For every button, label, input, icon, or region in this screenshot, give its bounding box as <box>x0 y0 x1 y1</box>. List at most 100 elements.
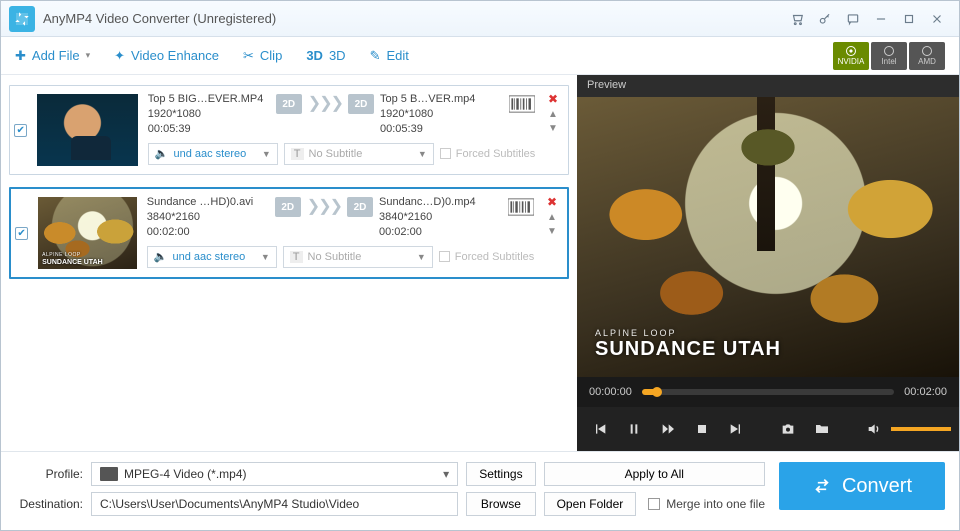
time-total: 00:02:00 <box>904 386 947 398</box>
gpu-nvidia-chip[interactable]: NVIDIA <box>833 42 869 70</box>
convert-icon <box>812 476 832 496</box>
fast-forward-button[interactable] <box>653 414 683 444</box>
edit-button[interactable]: ✎ Edit <box>370 48 409 64</box>
audio-track-value: und aac stereo <box>173 148 246 160</box>
source-meta: Top 5 BIG…EVER.MP4 1920*1080 00:05:39 <box>148 92 270 137</box>
amd-icon <box>922 46 932 56</box>
3d-button[interactable]: 3D 3D <box>306 48 345 63</box>
item-thumbnail[interactable]: ALPINE LOOPSUNDANCE UTAH <box>38 197 137 269</box>
maximize-button[interactable] <box>895 7 923 31</box>
seek-bar[interactable] <box>642 389 894 395</box>
gpu-intel-chip[interactable]: Intel <box>871 42 907 70</box>
item-checkbox[interactable]: ✔ <box>10 86 31 174</box>
forced-subtitles-checkbox[interactable]: Forced Subtitles <box>439 251 534 263</box>
add-file-label: Add File <box>32 48 80 63</box>
subtitle-icon: T <box>291 148 304 160</box>
file-item[interactable]: ✔ Top 5 BIG…EVER.MP4 1920*1080 00:05:39 … <box>9 85 569 175</box>
target-resolution: 3840*2160 <box>379 210 501 225</box>
output-format-button[interactable] <box>508 92 536 116</box>
progress-row: 00:00:00 00:02:00 <box>577 377 959 407</box>
target-2d-badge[interactable]: 2D <box>347 197 373 217</box>
minimize-button[interactable] <box>867 7 895 31</box>
source-duration: 00:05:39 <box>148 122 270 137</box>
subtitle-icon: T <box>290 251 303 263</box>
source-2d-badge[interactable]: 2D <box>276 94 302 114</box>
clip-label: Clip <box>260 48 282 63</box>
intel-icon <box>884 46 894 56</box>
convert-button[interactable]: Convert <box>779 462 945 510</box>
remove-item-button[interactable]: ✖ <box>547 195 557 209</box>
cart-icon[interactable] <box>783 7 811 31</box>
add-file-button[interactable]: ✚ Add File ▾ <box>15 48 90 64</box>
snapshot-button[interactable] <box>773 414 803 444</box>
source-resolution: 1920*1080 <box>148 107 270 122</box>
arrow-icon: ❯❯❯ <box>307 196 341 216</box>
next-button[interactable] <box>721 414 751 444</box>
target-filename: Sundanc…D)0.mp4 <box>379 195 501 210</box>
profile-format-icon <box>100 467 118 481</box>
target-duration: 00:05:39 <box>380 122 502 137</box>
apply-all-button[interactable]: Apply to All <box>544 462 765 486</box>
merge-checkbox[interactable]: Merge into one file <box>648 497 765 511</box>
toolbar: ✚ Add File ▾ ✦ Video Enhance ✂ Clip 3D 3… <box>1 37 959 75</box>
subtitle-value: No Subtitle <box>308 251 362 263</box>
source-meta: Sundance …HD)0.avi 3840*2160 00:02:00 <box>147 195 269 240</box>
video-enhance-button[interactable]: ✦ Video Enhance <box>114 48 219 64</box>
subtitle-dropdown[interactable]: T No Subtitle ▼ <box>283 246 433 268</box>
audio-track-dropdown[interactable]: 🔈 und aac stereo ▼ <box>148 143 278 165</box>
audio-track-dropdown[interactable]: 🔈 und aac stereo ▼ <box>147 246 277 268</box>
target-meta: Sundanc…D)0.mp4 3840*2160 00:02:00 <box>379 195 501 240</box>
profile-dropdown[interactable]: MPEG-4 Video (*.mp4) ▾ <box>91 462 458 486</box>
check-icon: ✔ <box>15 227 28 240</box>
pause-button[interactable] <box>619 414 649 444</box>
forced-subtitles-label: Forced Subtitles <box>456 148 535 160</box>
open-folder-button[interactable]: Open Folder <box>544 492 637 516</box>
open-folder-button[interactable] <box>807 414 837 444</box>
file-list-pane: ✔ Top 5 BIG…EVER.MP4 1920*1080 00:05:39 … <box>1 75 577 451</box>
destination-input[interactable]: C:\Users\User\Documents\AnyMP4 Studio\Vi… <box>91 492 458 516</box>
source-duration: 00:02:00 <box>147 225 269 240</box>
chevron-down-icon: ▾ <box>443 467 449 481</box>
move-up-button[interactable]: ▲ <box>547 213 557 223</box>
item-thumbnail[interactable] <box>37 94 137 166</box>
stop-button[interactable] <box>687 414 717 444</box>
destination-label: Destination: <box>15 497 83 511</box>
feedback-icon[interactable] <box>839 7 867 31</box>
app-logo-icon <box>9 6 35 32</box>
item-checkbox[interactable]: ✔ <box>11 189 32 277</box>
file-item[interactable]: ✔ ALPINE LOOPSUNDANCE UTAH Sundance …HD)… <box>9 187 569 279</box>
preview-video-area[interactable]: ALPINE LOOP SUNDANCE UTAH <box>577 97 959 377</box>
subtitle-value: No Subtitle <box>309 148 363 160</box>
scissors-icon: ✂ <box>243 48 254 64</box>
profile-value: MPEG-4 Video (*.mp4) <box>124 467 247 481</box>
volume-control[interactable] <box>863 414 951 444</box>
plus-icon: ✚ <box>15 48 26 64</box>
move-up-button[interactable]: ▲ <box>548 110 558 120</box>
browse-button[interactable]: Browse <box>466 492 535 516</box>
edit-icon: ✎ <box>370 48 381 64</box>
close-button[interactable] <box>923 7 951 31</box>
preview-caption: ALPINE LOOP SUNDANCE UTAH <box>595 328 781 361</box>
settings-button[interactable]: Settings <box>466 462 535 486</box>
target-2d-badge[interactable]: 2D <box>348 94 374 114</box>
forced-subtitles-checkbox[interactable]: Forced Subtitles <box>440 148 535 160</box>
subtitle-dropdown[interactable]: T No Subtitle ▼ <box>284 143 434 165</box>
volume-slider[interactable] <box>891 427 951 431</box>
source-2d-badge[interactable]: 2D <box>275 197 301 217</box>
gpu-amd-chip[interactable]: AMD <box>909 42 945 70</box>
merge-label: Merge into one file <box>666 497 765 511</box>
target-filename: Top 5 B…VER.mp4 <box>380 92 502 107</box>
target-meta: Top 5 B…VER.mp4 1920*1080 00:05:39 <box>380 92 502 137</box>
move-down-button[interactable]: ▼ <box>547 227 557 237</box>
prev-button[interactable] <box>585 414 615 444</box>
checkbox-icon <box>648 498 660 510</box>
forced-subtitles-label: Forced Subtitles <box>455 251 534 263</box>
target-resolution: 1920*1080 <box>380 107 502 122</box>
move-down-button[interactable]: ▼ <box>548 124 558 134</box>
volume-icon[interactable] <box>863 414 885 444</box>
key-icon[interactable] <box>811 7 839 31</box>
output-format-button[interactable] <box>507 195 535 219</box>
player-controls <box>577 407 959 451</box>
clip-button[interactable]: ✂ Clip <box>243 48 282 64</box>
remove-item-button[interactable]: ✖ <box>548 92 558 106</box>
